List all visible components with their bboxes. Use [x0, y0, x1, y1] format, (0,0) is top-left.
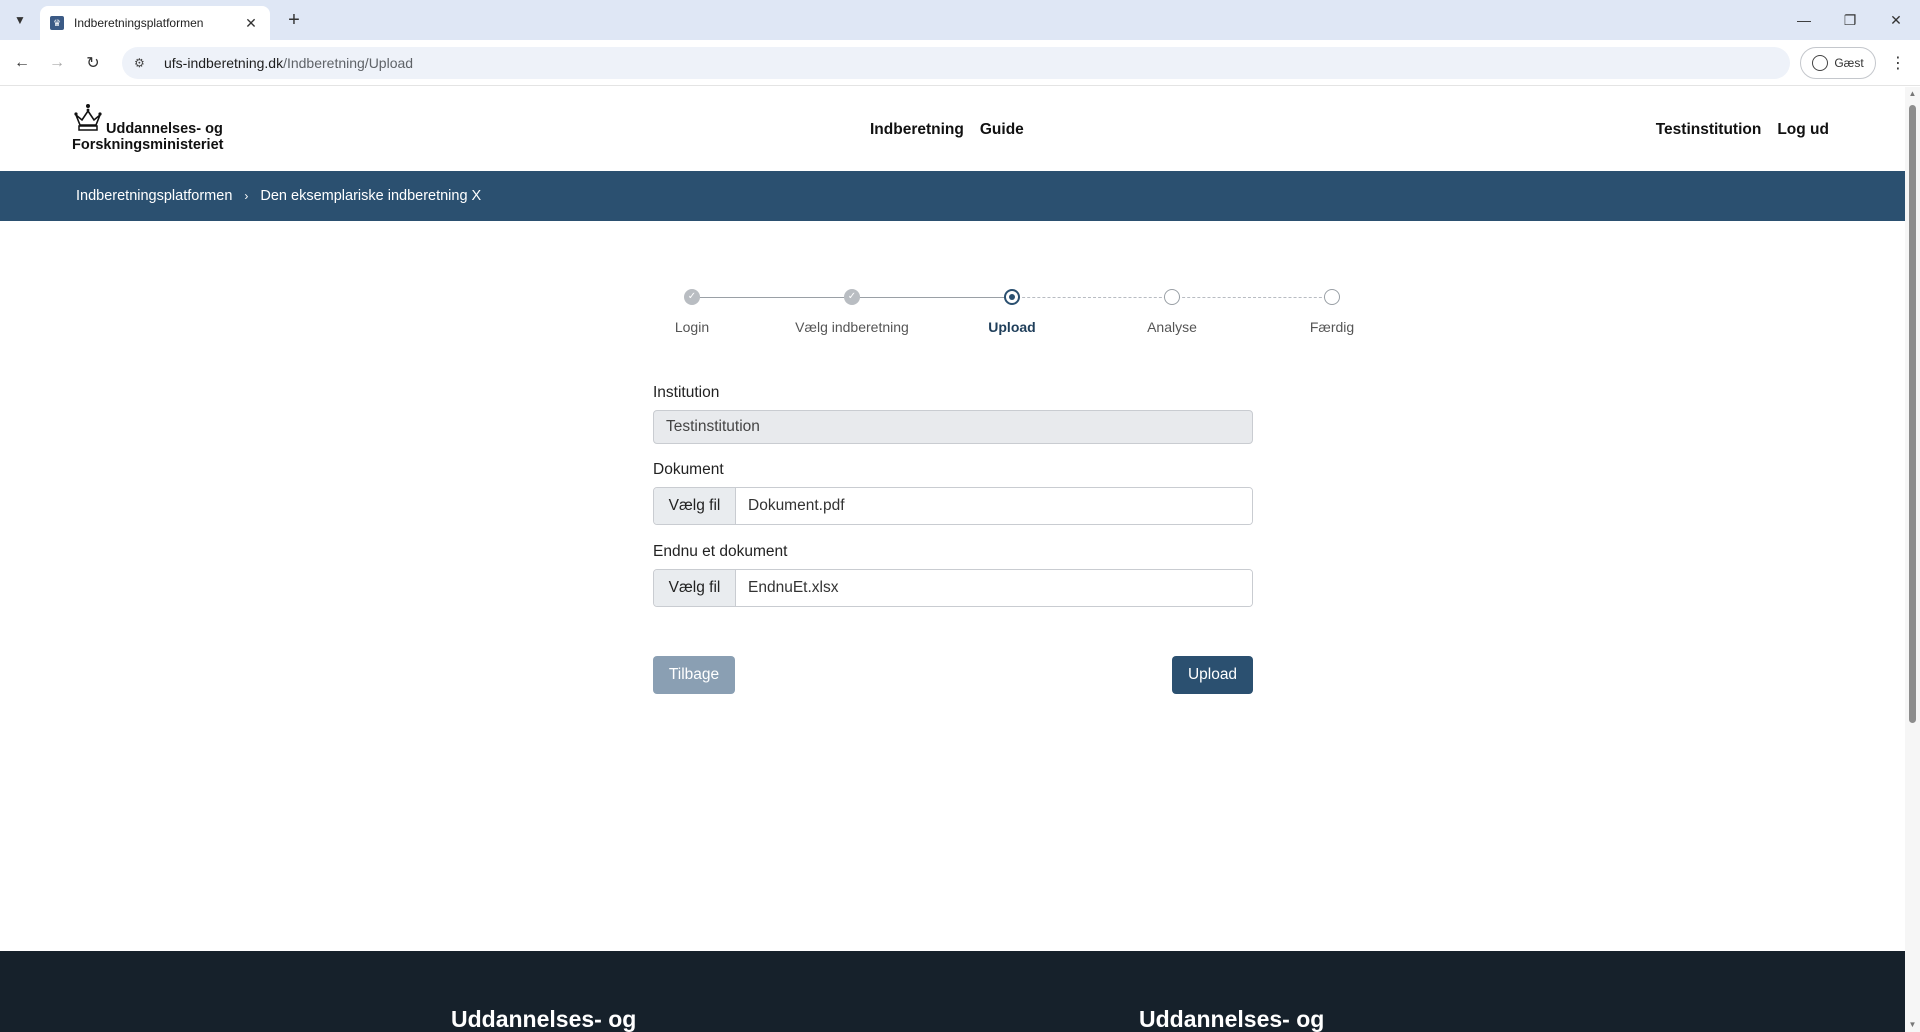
tab-close-icon[interactable]: ✕ [242, 15, 260, 32]
breadcrumb-current[interactable]: Den eksemplariske indberetning X [260, 188, 481, 204]
document2-file-input[interactable]: Vælg fil EndnuEt.xlsx [653, 569, 1253, 607]
document2-file-name[interactable]: EndnuEt.xlsx [736, 570, 1252, 606]
breadcrumb-home[interactable]: Indberetningsplatformen [76, 188, 232, 204]
user-institution-link[interactable]: Testinstitution [1656, 121, 1762, 139]
address-bar[interactable]: ⚙ ufs-indberetning.dk/Indberetning/Uploa… [122, 47, 1790, 79]
document-file-input[interactable]: Vælg fil Dokument.pdf [653, 487, 1253, 525]
document-choose-file-button[interactable]: Vælg fil [654, 488, 736, 524]
site-info-icon[interactable]: ⚙ [134, 56, 154, 70]
browser-toolbar: ← → ↻ ⚙ ufs-indberetning.dk/Indberetning… [0, 40, 1920, 86]
scroll-up-icon[interactable]: ▲ [1908, 89, 1917, 99]
step-label: Upload [988, 319, 1036, 335]
nav-guide[interactable]: Guide [980, 121, 1024, 139]
step-done: Færdig [1262, 287, 1402, 335]
progress-stepper: ✓ Login ✓ Vælg indberetning Upload Analy… [612, 287, 1354, 347]
url-path: /Indberetning/Upload [283, 55, 414, 71]
reload-icon[interactable]: ↻ [80, 50, 106, 76]
profile-label: Gæst [1834, 56, 1864, 70]
profile-icon [1812, 55, 1829, 71]
breadcrumb: Indberetningsplatformen › Den eksemplari… [0, 171, 1905, 221]
step-label: Login [674, 319, 710, 335]
footer-brand-left: Uddannelses- og [451, 1006, 637, 1032]
logout-link[interactable]: Log ud [1777, 121, 1829, 139]
minimize-icon[interactable]: — [1784, 6, 1824, 34]
site-footer: Uddannelses- og Uddannelses- og [0, 951, 1905, 1032]
scroll-down-icon[interactable]: ▼ [1908, 1020, 1917, 1030]
step-choose-report: ✓ Vælg indberetning [782, 287, 922, 335]
restore-icon[interactable]: ❐ [1830, 6, 1870, 34]
close-window-icon[interactable]: ✕ [1876, 6, 1916, 34]
browser-tab[interactable]: ♛ Indberetningsplatformen ✕ [40, 6, 270, 40]
site-header: Uddannelses- og Forskningsministeriet In… [0, 87, 1905, 171]
chevron-right-icon: › [244, 189, 249, 203]
step-upload: Upload [942, 287, 1082, 335]
document-label: Dokument [653, 461, 724, 478]
ministry-logo[interactable]: Uddannelses- og Forskningsministeriet [72, 103, 223, 153]
active-step-icon [1004, 289, 1020, 305]
page-scrollbar[interactable]: ▲ ▼ [1905, 87, 1920, 1032]
browser-tab-bar: ▼ ♛ Indberetningsplatformen ✕ + — ❐ ✕ [0, 0, 1920, 40]
scrollbar-thumb[interactable] [1909, 105, 1916, 723]
page-content: Uddannelses- og Forskningsministeriet In… [0, 87, 1905, 1032]
crown-logo-icon [74, 104, 102, 131]
profile-button[interactable]: Gæst [1800, 47, 1876, 79]
tab-search-icon[interactable]: ▼ [8, 8, 32, 32]
url-host: ufs-indberetning.dk [164, 55, 284, 71]
browser-menu-icon[interactable]: ⋮ [1886, 50, 1910, 76]
back-arrow-icon[interactable]: ← [9, 50, 35, 76]
pending-step-icon [1164, 289, 1180, 305]
step-analysis: Analyse [1102, 287, 1242, 335]
footer-brand-right: Uddannelses- og [1139, 1006, 1325, 1032]
user-navigation: Testinstitution Log ud [1656, 121, 1829, 139]
document2-label: Endnu et dokument [653, 543, 788, 560]
institution-label: Institution [653, 384, 720, 401]
logo-line-1: Uddannelses- og [106, 121, 223, 137]
upload-form: Institution Testinstitution Dokument Væl… [653, 384, 1253, 694]
check-icon: ✓ [684, 289, 700, 305]
pending-step-icon [1324, 289, 1340, 305]
form-actions: Tilbage Upload [653, 656, 1253, 694]
step-label: Vælg indberetning [795, 319, 909, 335]
step-login: ✓ Login [622, 287, 762, 335]
logo-line-2: Forskningsministeriet [72, 137, 224, 153]
document2-choose-file-button[interactable]: Vælg fil [654, 570, 736, 606]
step-label: Færdig [1309, 319, 1355, 335]
check-icon: ✓ [844, 289, 860, 305]
new-tab-icon[interactable]: + [282, 8, 306, 32]
tab-title: Indberetningsplatformen [74, 16, 204, 30]
nav-indberetning[interactable]: Indberetning [870, 121, 964, 139]
upload-button[interactable]: Upload [1172, 656, 1253, 694]
document-file-name[interactable]: Dokument.pdf [736, 488, 1252, 524]
step-label: Analyse [1147, 319, 1197, 335]
crown-favicon-icon: ♛ [50, 16, 64, 30]
institution-field: Testinstitution [653, 410, 1253, 444]
main-navigation: Indberetning Guide [870, 121, 1024, 139]
forward-arrow-icon[interactable]: → [44, 50, 70, 76]
back-button[interactable]: Tilbage [653, 656, 735, 694]
ministry-name: Uddannelses- og Forskningsministeriet [72, 121, 223, 153]
